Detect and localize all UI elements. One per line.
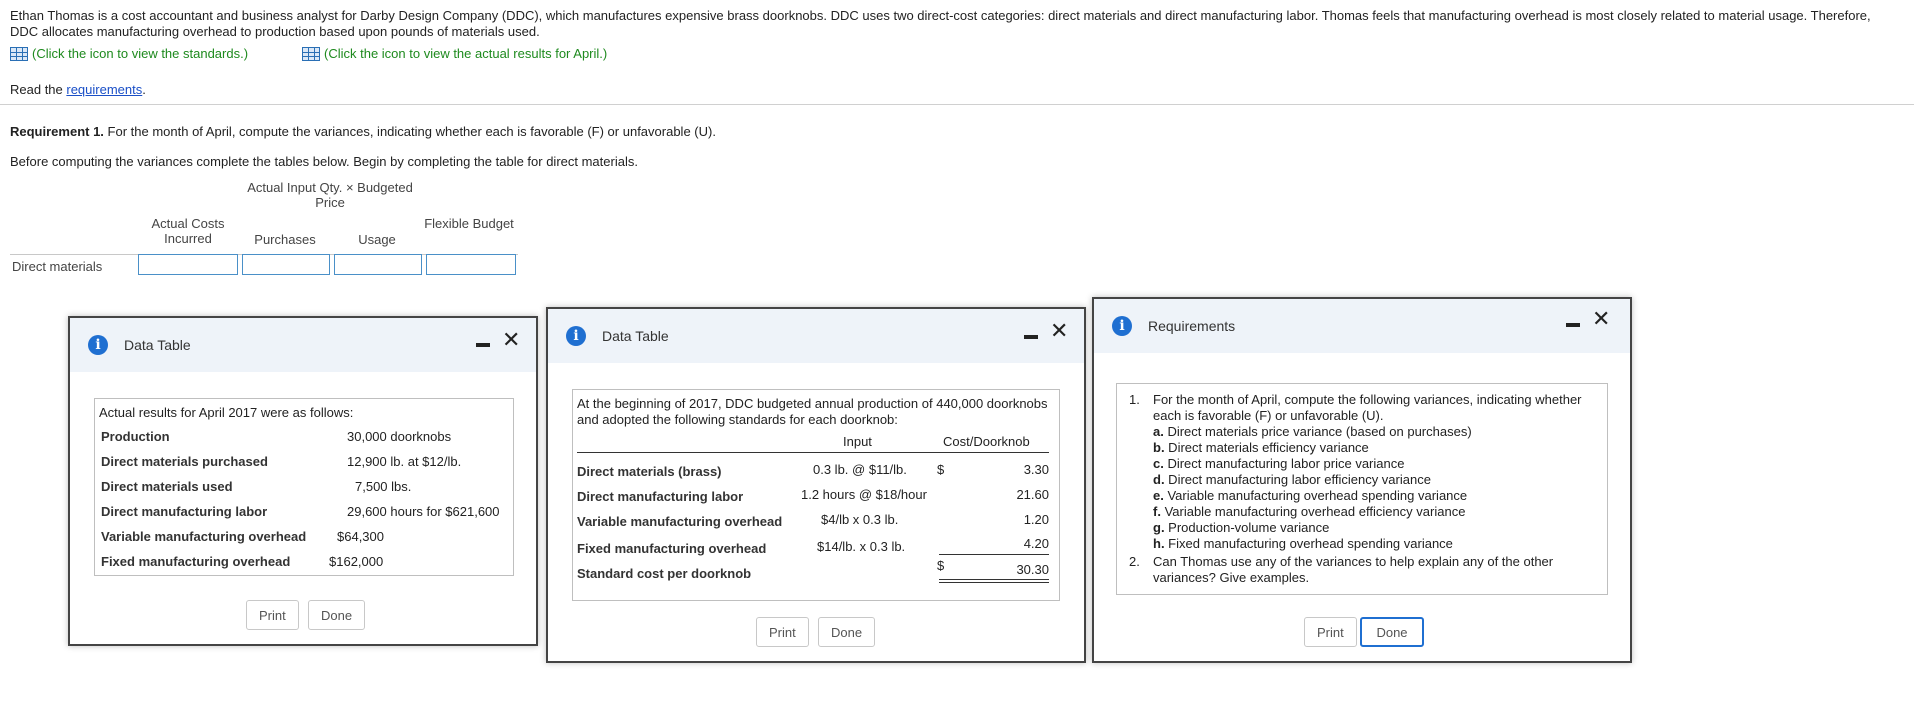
minimize-icon[interactable] xyxy=(1566,323,1580,327)
info-icon: i xyxy=(88,335,108,355)
col-header-flexible: Flexible Budget xyxy=(424,216,514,231)
row-label: Direct manufacturing labor xyxy=(577,489,744,504)
row-label: Fixed manufacturing overhead xyxy=(577,541,767,556)
close-icon[interactable]: ✕ xyxy=(1050,321,1068,343)
window-title-bar[interactable]: i Data Table xyxy=(70,318,536,372)
row-input: 1.2 hours @ $18/hour xyxy=(801,487,927,502)
standards-link[interactable]: (Click the icon to view the standards.) xyxy=(10,46,248,61)
requirements-panel: 1. For the month of April, compute the f… xyxy=(1116,383,1608,595)
row-value: 30,000 doorknobs xyxy=(347,429,452,444)
row-value: 12,900 lb. at $12/lb. xyxy=(347,454,462,469)
info-icon: i xyxy=(566,326,586,346)
requirement-item-2: 2. Can Thomas use any of the variances t… xyxy=(1129,554,1554,585)
print-button[interactable]: Print xyxy=(1304,617,1357,647)
close-icon[interactable]: ✕ xyxy=(502,330,520,352)
row-label: Production xyxy=(101,429,170,444)
row-input: 0.3 lb. @ $11/lb. xyxy=(813,462,907,477)
panel-heading: At the beginning of 2017, DDC budgeted a… xyxy=(577,396,1048,427)
header-rule xyxy=(577,452,1049,453)
col-header-purchases: Purchases xyxy=(254,232,316,247)
sub-item: g. Production-volume variance xyxy=(1153,520,1330,535)
total-cost: 30.30 xyxy=(1016,562,1049,577)
sub-item: b. Direct materials efficiency variance xyxy=(1153,440,1369,455)
read-requirements: Read the requirements. xyxy=(10,82,146,97)
print-button[interactable]: Print xyxy=(756,617,809,647)
col-header-actual: Actual Costs Incurred xyxy=(151,216,225,246)
divider xyxy=(0,104,1914,105)
actual-results-window: i Data Table ✕ Actual results for April … xyxy=(68,316,538,646)
intro-paragraph: Ethan Thomas is a cost accountant and bu… xyxy=(10,8,1871,39)
window-title: Data Table xyxy=(124,337,191,353)
sub-item: d. Direct manufacturing labor efficiency… xyxy=(1153,472,1431,487)
requirement-item-1: 1. For the month of April, compute the f… xyxy=(1129,392,1609,552)
print-button[interactable]: Print xyxy=(246,600,299,630)
window-title: Data Table xyxy=(602,328,669,344)
row-label: Direct manufacturing labor xyxy=(101,504,268,519)
row-cost: 3.30 xyxy=(1023,462,1049,477)
sub-item: f. Variable manufacturing overhead effic… xyxy=(1153,504,1466,519)
sub-item: a. Direct materials price variance (base… xyxy=(1153,424,1472,439)
row-label-direct-materials: Direct materials xyxy=(12,259,103,274)
sub-item: h. Fixed manufacturing overhead spending… xyxy=(1153,536,1453,551)
window-title-bar[interactable]: i Requirements xyxy=(1094,299,1630,353)
standards-panel: At the beginning of 2017, DDC budgeted a… xyxy=(572,389,1060,601)
row-value: 7,500 lbs. xyxy=(355,479,412,494)
usage-input[interactable] xyxy=(334,254,422,275)
done-button[interactable]: Done xyxy=(1360,617,1424,647)
done-button[interactable]: Done xyxy=(308,600,366,630)
col-header-usage: Usage xyxy=(358,232,396,247)
row-label: Variable manufacturing overhead xyxy=(101,529,307,544)
minimize-icon[interactable] xyxy=(476,343,490,347)
subtotal-rule xyxy=(939,554,1049,555)
instruction-text: Before computing the variances complete … xyxy=(10,154,638,169)
row-label: Direct materials used xyxy=(101,479,233,494)
col-header-cost: Cost/Doorknob xyxy=(943,434,1030,449)
actual-costs-input[interactable] xyxy=(138,254,238,275)
col-header-input: Input xyxy=(843,434,872,449)
total-rule xyxy=(939,582,1049,583)
table-icon[interactable] xyxy=(302,46,320,61)
panel-heading: Actual results for April 2017 were as fo… xyxy=(99,405,354,420)
requirements-window: i Requirements ✕ 1. For the month of Apr… xyxy=(1092,297,1632,663)
row-cost: 1.20 xyxy=(1023,512,1049,527)
sub-item: c. Direct manufacturing labor price vari… xyxy=(1153,456,1405,471)
close-icon[interactable]: ✕ xyxy=(1592,309,1610,331)
actual-results-panel: Actual results for April 2017 were as fo… xyxy=(94,398,514,576)
col-header-group: Actual Input Qty. × Budgeted Price xyxy=(247,180,413,210)
requirements-link[interactable]: requirements xyxy=(66,82,142,97)
row-label: Direct materials (brass) xyxy=(577,464,722,479)
row-cost: 21.60 xyxy=(1016,487,1049,502)
row-value: $64,300 xyxy=(337,529,384,544)
actual-results-link[interactable]: (Click the icon to view the actual resul… xyxy=(302,46,607,61)
requirement-1: Requirement 1. For the month of April, c… xyxy=(10,124,716,139)
window-title: Requirements xyxy=(1148,318,1236,334)
row-input: $14/lb. x 0.3 lb. xyxy=(817,539,906,554)
row-input: $4/lb x 0.3 lb. xyxy=(821,512,899,527)
standards-window: i Data Table ✕ At the beginning of 2017,… xyxy=(546,307,1086,663)
window-title-bar[interactable]: i Data Table xyxy=(548,309,1084,363)
purchases-input[interactable] xyxy=(242,254,330,275)
total-dollar: $ xyxy=(937,558,945,573)
row-label: Direct materials purchased xyxy=(101,454,268,469)
row-value: $162,000 xyxy=(329,554,384,569)
table-icon[interactable] xyxy=(10,46,28,61)
row-dollar: $ xyxy=(937,462,945,477)
requirements-list: 1. For the month of April, compute the f… xyxy=(1129,392,1609,586)
row-cost: 4.20 xyxy=(1023,536,1049,551)
sub-item: e. Variable manufacturing overhead spend… xyxy=(1153,488,1468,503)
row-label: Variable manufacturing overhead xyxy=(577,514,783,529)
row-value: 29,600 hours for $621,600 xyxy=(347,504,500,519)
flexible-budget-input[interactable] xyxy=(426,254,516,275)
done-button[interactable]: Done xyxy=(818,617,876,647)
total-rule xyxy=(939,579,1049,580)
info-icon: i xyxy=(1112,316,1132,336)
total-label: Standard cost per doorknob xyxy=(577,566,752,581)
minimize-icon[interactable] xyxy=(1024,335,1038,339)
row-label: Fixed manufacturing overhead xyxy=(101,554,291,569)
